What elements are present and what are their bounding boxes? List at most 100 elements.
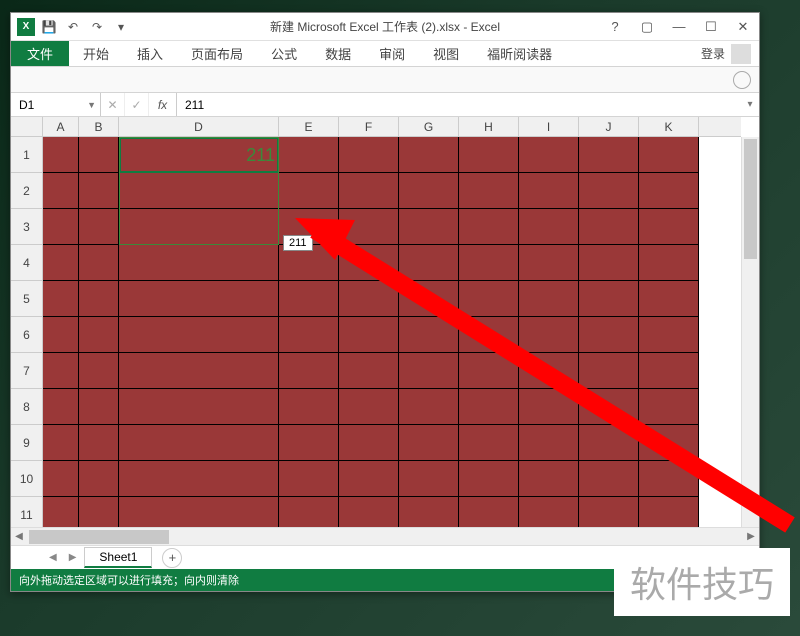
cell[interactable] (339, 209, 399, 245)
cell[interactable] (43, 317, 79, 353)
add-sheet-button[interactable]: + (162, 548, 182, 568)
cell[interactable] (43, 173, 79, 209)
cell[interactable] (519, 353, 579, 389)
column-header-f[interactable]: F (339, 117, 399, 136)
cell[interactable] (639, 173, 699, 209)
cell[interactable] (43, 497, 79, 527)
cell[interactable] (639, 425, 699, 461)
cell[interactable] (579, 425, 639, 461)
hscroll-thumb[interactable] (29, 530, 169, 544)
row-header-11[interactable]: 11 (11, 497, 42, 527)
cell[interactable] (79, 209, 119, 245)
tab-formulas[interactable]: 公式 (257, 41, 311, 66)
formula-expand-icon[interactable]: ▾ (741, 93, 759, 116)
cell[interactable] (519, 389, 579, 425)
cell[interactable] (279, 173, 339, 209)
tab-insert[interactable]: 插入 (123, 41, 177, 66)
cell[interactable] (399, 137, 459, 173)
cell[interactable] (79, 353, 119, 389)
cell[interactable] (339, 137, 399, 173)
feedback-icon[interactable] (733, 71, 751, 89)
cell[interactable] (339, 353, 399, 389)
cell[interactable] (399, 209, 459, 245)
cell[interactable] (119, 353, 279, 389)
column-header-h[interactable]: H (459, 117, 519, 136)
cell[interactable] (579, 353, 639, 389)
row-header-1[interactable]: 1 (11, 137, 42, 173)
cell[interactable] (459, 281, 519, 317)
cell[interactable] (119, 425, 279, 461)
cell[interactable] (639, 137, 699, 173)
login-link[interactable]: 登录 (701, 45, 725, 62)
cell[interactable] (79, 137, 119, 173)
cell[interactable] (339, 497, 399, 527)
select-all-corner[interactable] (11, 117, 43, 137)
cell[interactable] (579, 389, 639, 425)
cell[interactable] (459, 497, 519, 527)
sheet-nav-next-icon[interactable]: ▶ (65, 552, 81, 563)
cell[interactable] (43, 353, 79, 389)
save-icon[interactable]: 💾 (39, 17, 59, 37)
cell[interactable] (279, 281, 339, 317)
enter-icon[interactable]: ✓ (125, 93, 149, 116)
cell[interactable] (79, 461, 119, 497)
tab-review[interactable]: 审阅 (365, 41, 419, 66)
cell[interactable] (459, 425, 519, 461)
row-header-7[interactable]: 7 (11, 353, 42, 389)
vertical-scrollbar[interactable] (741, 137, 759, 527)
cell[interactable] (579, 173, 639, 209)
cell[interactable] (519, 281, 579, 317)
ribbon-options-icon[interactable]: ▢ (631, 15, 663, 39)
vertical-scroll-thumb[interactable] (744, 139, 757, 259)
cell[interactable] (43, 281, 79, 317)
cell[interactable] (639, 497, 699, 527)
cell[interactable] (399, 425, 459, 461)
cell[interactable] (579, 461, 639, 497)
cell[interactable] (43, 389, 79, 425)
cell[interactable] (459, 209, 519, 245)
cell[interactable] (459, 317, 519, 353)
row-header-9[interactable]: 9 (11, 425, 42, 461)
cell[interactable] (79, 389, 119, 425)
cell[interactable] (399, 497, 459, 527)
row-header-6[interactable]: 6 (11, 317, 42, 353)
cell[interactable] (339, 461, 399, 497)
cell[interactable] (579, 245, 639, 281)
tab-home[interactable]: 开始 (69, 41, 123, 66)
cell[interactable] (399, 389, 459, 425)
cell[interactable] (519, 317, 579, 353)
undo-icon[interactable]: ↶ (63, 17, 83, 37)
horizontal-scrollbar[interactable]: ◀ ▶ (11, 527, 759, 545)
cell[interactable] (579, 209, 639, 245)
cell[interactable] (119, 389, 279, 425)
cell[interactable] (119, 317, 279, 353)
row-header-5[interactable]: 5 (11, 281, 42, 317)
column-header-e[interactable]: E (279, 117, 339, 136)
user-icon[interactable] (731, 44, 751, 64)
row-header-10[interactable]: 10 (11, 461, 42, 497)
qat-dropdown-icon[interactable]: ▾ (111, 17, 131, 37)
cell[interactable] (79, 317, 119, 353)
close-button[interactable]: ✕ (727, 15, 759, 39)
cell[interactable] (119, 281, 279, 317)
cell[interactable] (519, 173, 579, 209)
cell[interactable] (399, 317, 459, 353)
cell[interactable] (459, 389, 519, 425)
row-header-2[interactable]: 2 (11, 173, 42, 209)
cell[interactable] (119, 461, 279, 497)
cell[interactable] (339, 281, 399, 317)
cell[interactable] (639, 353, 699, 389)
cell[interactable] (43, 245, 79, 281)
cell[interactable] (639, 245, 699, 281)
cell[interactable] (279, 461, 339, 497)
row-header-3[interactable]: 3 (11, 209, 42, 245)
cell[interactable] (339, 173, 399, 209)
row-header-4[interactable]: 4 (11, 245, 42, 281)
cell[interactable] (399, 353, 459, 389)
cell[interactable] (459, 353, 519, 389)
tab-layout[interactable]: 页面布局 (177, 41, 257, 66)
cell[interactable] (279, 317, 339, 353)
minimize-button[interactable]: — (663, 15, 695, 39)
row-header-8[interactable]: 8 (11, 389, 42, 425)
hscroll-right-icon[interactable]: ▶ (743, 531, 759, 542)
